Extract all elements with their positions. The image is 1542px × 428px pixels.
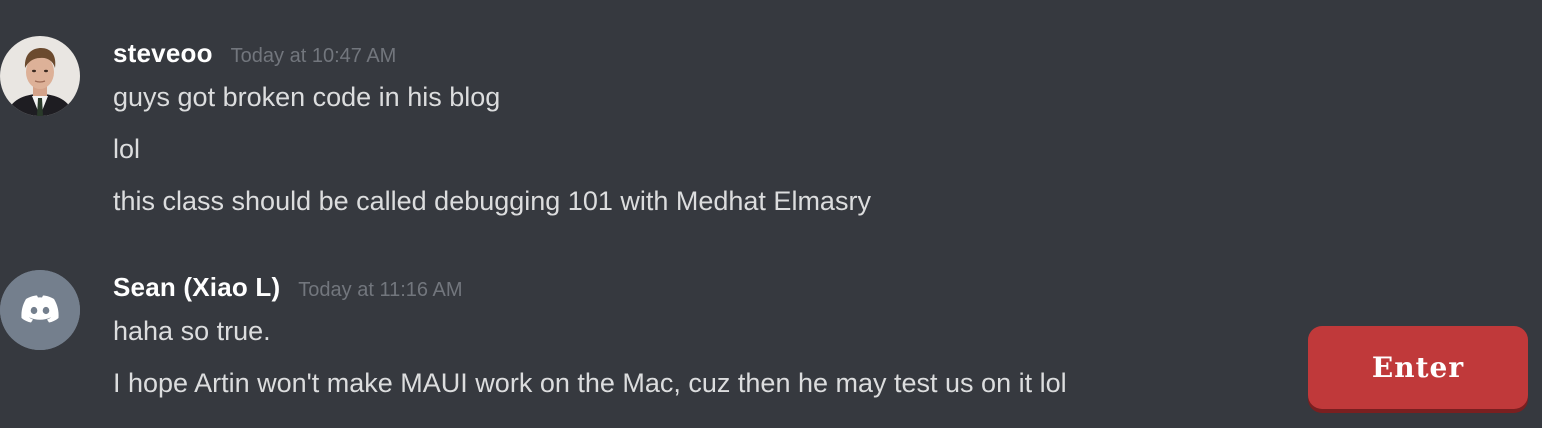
username[interactable]: Sean (Xiao L) xyxy=(113,272,280,303)
message-group-sean: Sean (Xiao L) Today at 11:16 AM haha so … xyxy=(0,0,1300,428)
avatar-sean[interactable] xyxy=(0,270,80,350)
message-header: Sean (Xiao L) Today at 11:16 AM xyxy=(113,272,462,303)
discord-logo-icon xyxy=(0,270,80,350)
message-text: I hope Artin won't make MAUI work on the… xyxy=(113,368,1067,398)
timestamp[interactable]: Today at 11:16 AM xyxy=(298,279,462,302)
message-text: haha so true. xyxy=(113,316,271,346)
enter-button[interactable]: Enter xyxy=(1308,326,1528,409)
